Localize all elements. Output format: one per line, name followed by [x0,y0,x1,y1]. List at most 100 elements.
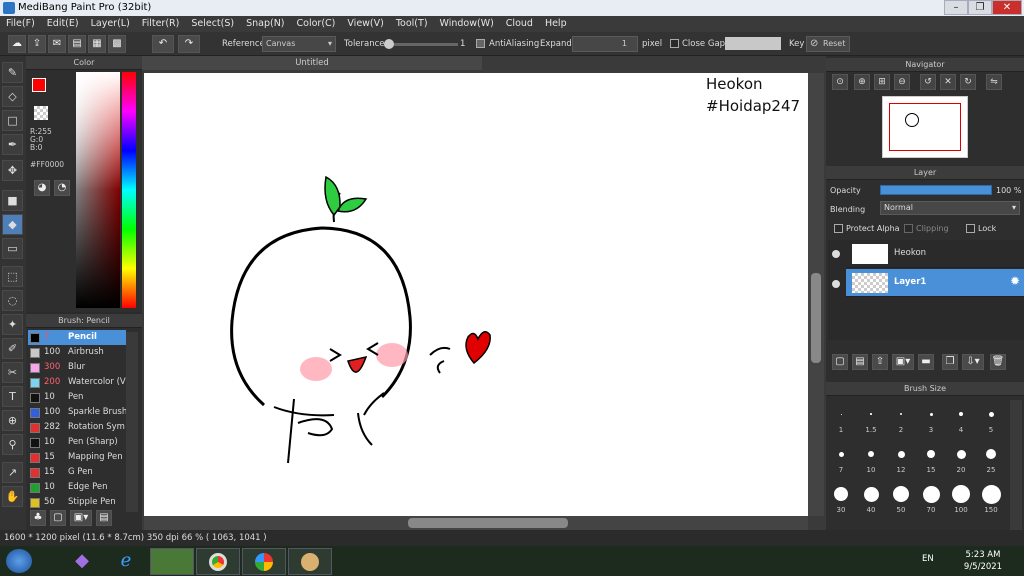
menu-color[interactable]: Color(C) [291,16,342,32]
blending-select[interactable]: Normal ▾ [880,201,1020,215]
dropper-tool-icon[interactable]: ⚲ [2,434,23,455]
navigator-preview[interactable] [882,96,968,158]
brush-size-dot[interactable] [838,451,844,457]
merge-icon[interactable]: ⇩▾ [962,354,984,370]
visibility-eye-icon[interactable] [832,250,840,258]
brush-size-dot[interactable] [870,413,872,415]
language-indicator[interactable]: EN [922,554,934,564]
brush-item[interactable]: 10 Edge Pen [28,480,126,495]
minimize-button[interactable]: – [944,0,968,15]
app-icon-green[interactable] [150,548,194,575]
pen-tool-icon[interactable]: ✒ [2,134,23,155]
gear-icon[interactable]: ✹ [1010,274,1020,288]
brush-size-dot[interactable] [952,485,970,503]
internet-explorer-icon[interactable]: ℯ [104,548,148,575]
new-layer-icon[interactable]: ▢ [832,354,848,370]
redo-icon[interactable]: ↷ [178,35,200,53]
hand-tool-icon[interactable]: ✋ [2,486,23,507]
paint-icon[interactable] [288,548,332,575]
undo-icon[interactable]: ↶ [152,35,174,53]
menu-layer[interactable]: Layer(L) [85,16,136,32]
layer-row-heokon[interactable]: Heokon [846,240,1024,268]
brush-item[interactable]: 200 Watercolor (V [28,375,126,390]
hue-slider[interactable] [122,72,136,308]
reset-button[interactable]: ⊘ Reset [806,36,850,52]
start-button[interactable] [6,549,32,573]
zoom-actual-icon[interactable]: ⊞ [874,74,890,90]
brush-size-dot[interactable] [981,484,1001,504]
saturation-value-box[interactable] [76,72,120,308]
fill-rect-tool-icon[interactable]: ■ [2,190,23,211]
document-tab[interactable]: Untitled [142,56,482,70]
eyedropper-icon[interactable]: ↗ [2,462,23,483]
maximize-button[interactable]: ❐ [968,0,992,15]
brush-size-dot[interactable] [986,449,996,459]
brush-settings-icon[interactable]: ▤ [96,510,112,526]
brush-item[interactable]: 300 Blur [28,360,126,375]
select-eraser-icon[interactable]: ✂ [2,362,23,383]
brush-item[interactable]: 282 Rotation Sym [28,420,126,435]
comment-icon[interactable]: ✉ [48,35,66,53]
brush-size-dot[interactable] [834,487,848,501]
brush-item[interactable]: 7 Pencil [28,330,126,345]
brush-size-dot[interactable] [959,412,963,416]
brush-size-dot[interactable] [988,411,994,417]
brush-size-dot[interactable] [929,412,933,416]
settings-doc-icon[interactable]: ▩ [108,35,126,53]
brush-item[interactable]: 15 Mapping Pen [28,450,126,465]
eraser-tool-icon[interactable]: ◇ [2,86,23,107]
cloud-icon[interactable]: ☁ [8,35,26,53]
brush-size-dot[interactable] [868,451,874,457]
rotate-right-icon[interactable]: ↻ [960,74,976,90]
canvas[interactable]: Heokon #Hoidap247 [144,73,808,516]
select-rect-icon[interactable]: ⬚ [2,266,23,287]
menu-cloud[interactable]: Cloud [500,16,539,32]
vertical-scrollbar[interactable] [808,73,824,516]
menu-tool[interactable]: Tool(T) [390,16,434,32]
folder-icon[interactable]: ▬ [918,354,934,370]
brush-size-scrollbar[interactable] [1010,400,1022,530]
brush-size-dot[interactable] [897,450,905,458]
menu-select[interactable]: Select(S) [185,16,240,32]
gradient-tool-icon[interactable]: ▭ [2,238,23,259]
delete-layer-icon[interactable]: 🗑 [990,354,1006,370]
protect-alpha-checkbox[interactable] [834,224,843,233]
opacity-slider[interactable] [880,185,992,195]
menu-help[interactable]: Help [539,16,573,32]
zoom-out-icon[interactable]: ⊖ [894,74,910,90]
brush-tool-icon[interactable]: ✎ [2,62,23,83]
brush-size-dot[interactable] [863,486,879,502]
bucket-tool-icon[interactable]: ◆ [2,214,23,235]
brush-list-scrollbar[interactable] [126,332,138,512]
brush-item[interactable]: 100 Airbrush [28,345,126,360]
flip-icon[interactable]: ⇋ [986,74,1002,90]
visual-studio-icon[interactable]: ◆ [60,548,104,575]
brush-item[interactable]: 10 Pen (Sharp) [28,435,126,450]
menu-view[interactable]: View(V) [341,16,389,32]
brush-item[interactable]: 100 Sparkle Brush [28,405,126,420]
brush-size-dot[interactable] [900,413,902,415]
menu-filter[interactable]: Filter(R) [136,16,186,32]
rotate-reset-icon[interactable]: ✕ [940,74,956,90]
palette-icon[interactable]: ◕ [34,180,50,196]
lock-checkbox[interactable] [966,224,975,233]
tolerance-slider[interactable] [384,43,458,46]
chrome-icon[interactable] [196,548,240,575]
layer-up-icon[interactable]: ⇧ [872,354,888,370]
horizontal-scrollbar[interactable] [144,516,808,530]
copy-layer-icon[interactable]: ▤ [852,354,868,370]
rotate-left-icon[interactable]: ↺ [920,74,936,90]
foreground-color-swatch[interactable] [32,78,46,92]
close-button[interactable]: ✕ [992,0,1022,15]
layer-row-layer1[interactable]: Layer1 ✹ [846,269,1024,297]
magic-wand-icon[interactable]: ✦ [2,314,23,335]
brush-add-icon[interactable]: ♣ [30,510,46,526]
menu-window[interactable]: Window(W) [434,16,500,32]
tolerance-slider-handle[interactable] [384,39,394,49]
menu-snap[interactable]: Snap(N) [240,16,290,32]
close-gaps-checkbox[interactable] [670,39,679,48]
brush-menu-icon[interactable]: ▣▾ [70,510,92,526]
transparent-swatch[interactable] [34,106,48,120]
antialias-checkbox[interactable] [476,39,485,48]
visibility-eye-icon[interactable] [832,280,840,288]
